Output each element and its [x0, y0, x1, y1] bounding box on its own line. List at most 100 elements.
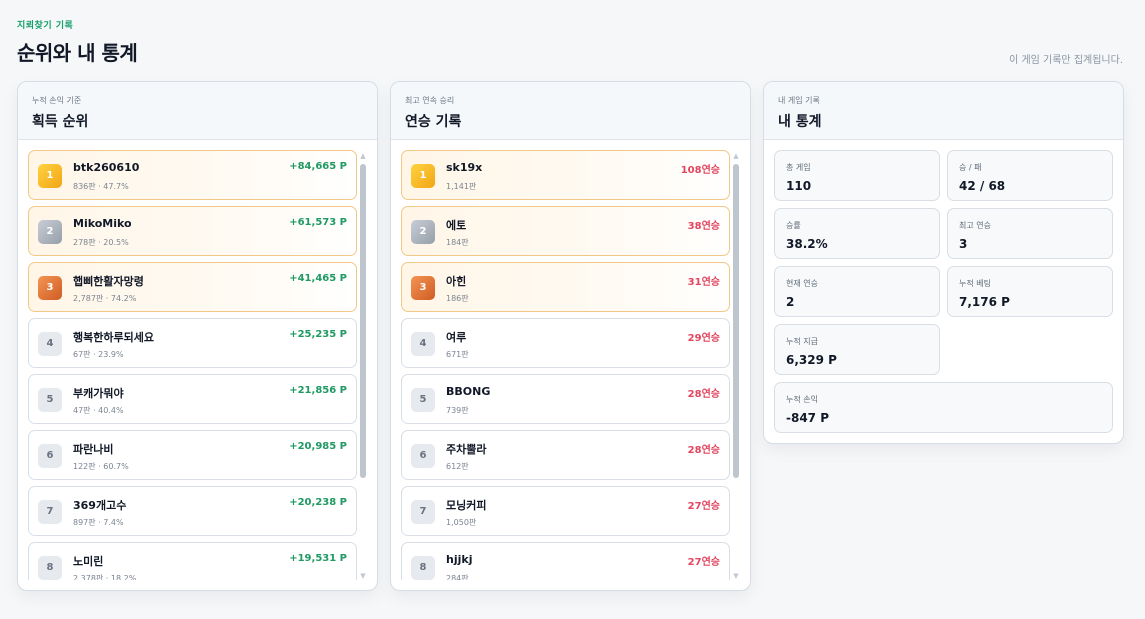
profit-value: +84,665 P — [289, 161, 347, 172]
list-item[interactable]: 5 부캐가뭐야 47판 · 40.4% +21,856 P — [28, 374, 357, 424]
profit-value: +19,531 P — [289, 553, 347, 564]
profit-value: +41,465 P — [289, 273, 347, 284]
rank-badge: 3 — [411, 276, 435, 300]
rank-badge: 7 — [411, 500, 435, 524]
streak-value: 108연승 — [680, 165, 720, 176]
stat-value: -847 P — [786, 411, 830, 425]
list-item[interactable]: 2 MikoMiko 278판 · 20.5% +61,573 P — [28, 206, 357, 256]
profit-value: +61,573 P — [289, 217, 347, 228]
list-item[interactable]: 1 sk19x 1,141판 108연승 — [401, 150, 730, 200]
scroll-up-icon[interactable]: ▲ — [732, 152, 740, 160]
ranking-panel-subtitle: 누적 손익 기준 — [32, 96, 82, 105]
page-title: 순위와 내 통계 — [17, 41, 138, 65]
stat-value: 3 — [959, 237, 968, 251]
stat-label: 승 / 패 — [959, 163, 982, 172]
player-name: 주차뿔라 — [446, 443, 487, 456]
player-meta: 671판 — [446, 350, 469, 359]
stat-value: 7,176 P — [959, 295, 1010, 309]
stat-card-total-bet: 누적 베팅 7,176 P — [947, 266, 1113, 317]
player-name: hjjkj — [446, 553, 473, 566]
player-name: btk260610 — [73, 161, 140, 174]
player-name: sk19x — [446, 161, 483, 174]
profit-value: +21,856 P — [289, 385, 347, 396]
list-item[interactable]: 4 행복한하루되세요 67판 · 23.9% +25,235 P — [28, 318, 357, 368]
scrollbar-thumb[interactable] — [360, 164, 366, 478]
ranking-list-viewport[interactable]: 1 btk260610 836판 · 47.7% +84,665 P 2 MikoMiko… — [18, 140, 377, 580]
list-item[interactable]: 3 아힌 186판 31연승 — [401, 262, 730, 312]
stats-panel: 내 게임 기록 내 통계 총 게임 110 승 / 패 42 / 68 승률 3… — [763, 81, 1124, 444]
rank-badge: 1 — [38, 164, 62, 188]
player-name: BBONG — [446, 385, 491, 398]
streak-panel-title: 연승 기록 — [405, 114, 462, 130]
streak-scrollbar[interactable]: ▲ ▼ — [732, 152, 740, 580]
scroll-up-icon[interactable]: ▲ — [359, 152, 367, 160]
rank-badge: 7 — [38, 500, 62, 524]
list-item[interactable]: 8 hjjkj 284판 27연승 — [401, 542, 730, 580]
stat-card-total-profit: 누적 손익 -847 P — [774, 382, 1113, 433]
stat-label: 현재 연승 — [786, 279, 818, 288]
streak-value: 27연승 — [687, 557, 720, 568]
stat-label: 승률 — [786, 221, 801, 230]
player-meta: 1,141판 — [446, 182, 477, 191]
player-name: 노미린 — [73, 555, 104, 568]
ranking-list: 1 btk260610 836판 · 47.7% +84,665 P 2 MikoMiko… — [28, 150, 357, 580]
list-item[interactable]: 1 btk260610 836판 · 47.7% +84,665 P — [28, 150, 357, 200]
list-item[interactable]: 8 노미린 2,378판 · 18.2% +19,531 P — [28, 542, 357, 580]
player-meta: 739판 — [446, 406, 469, 415]
page-eyebrow: 지뢰찾기 기록 — [17, 21, 74, 31]
stats-panel-title: 내 통계 — [778, 114, 822, 130]
list-item[interactable]: 5 BBONG 739판 28연승 — [401, 374, 730, 424]
scroll-down-icon[interactable]: ▼ — [359, 572, 367, 580]
stat-label: 누적 손익 — [786, 395, 818, 404]
stat-value: 110 — [786, 179, 812, 193]
scroll-down-icon[interactable]: ▼ — [732, 572, 740, 580]
stat-value: 42 / 68 — [959, 179, 1006, 193]
streak-panel-header: 최고 연속 승리 연승 기록 — [391, 82, 750, 140]
stat-label: 총 게임 — [786, 163, 811, 172]
list-item[interactable]: 7 모닝커피 1,050판 27연승 — [401, 486, 730, 536]
player-name: 여루 — [446, 331, 467, 344]
streak-value: 38연승 — [687, 221, 720, 232]
streak-value: 28연승 — [687, 445, 720, 456]
player-name: 에토 — [446, 219, 467, 232]
player-meta: 186판 — [446, 294, 469, 303]
profit-value: +25,235 P — [289, 329, 347, 340]
streak-value: 27연승 — [687, 501, 720, 512]
rank-badge: 4 — [411, 332, 435, 356]
player-name: MikoMiko — [73, 217, 132, 230]
streak-panel-subtitle: 최고 연속 승리 — [405, 96, 455, 105]
list-item[interactable]: 7 369개고수 897판 · 7.4% +20,238 P — [28, 486, 357, 536]
stat-card-best-streak: 최고 연승 3 — [947, 208, 1113, 259]
list-item[interactable]: 3 햅삐한활자망령 2,787판 · 74.2% +41,465 P — [28, 262, 357, 312]
stat-value: 6,329 P — [786, 353, 837, 367]
list-item[interactable]: 6 파란나비 122판 · 60.7% +20,985 P — [28, 430, 357, 480]
player-name: 부캐가뭐야 — [73, 387, 124, 400]
streak-list-viewport[interactable]: 1 sk19x 1,141판 108연승 2 에토 184판 38연승 3 아힌 186판 31연승 4… — [391, 140, 750, 580]
list-item[interactable]: 4 여루 671판 29연승 — [401, 318, 730, 368]
stat-card-current-streak: 현재 연승 2 — [774, 266, 940, 317]
list-item[interactable]: 6 주차뿔라 612판 28연승 — [401, 430, 730, 480]
ranking-panel-header: 누적 손익 기준 획득 순위 — [18, 82, 377, 140]
rank-badge: 8 — [411, 556, 435, 580]
player-meta: 67판 · 23.9% — [73, 350, 124, 359]
stat-card-total-games: 총 게임 110 — [774, 150, 940, 201]
rank-badge: 2 — [411, 220, 435, 244]
stat-value: 38.2% — [786, 237, 828, 251]
stat-label: 누적 지급 — [786, 337, 818, 346]
player-name: 햅삐한활자망령 — [73, 275, 144, 288]
profit-value: +20,238 P — [289, 497, 347, 508]
player-meta: 284판 — [446, 574, 469, 580]
player-meta: 1,050판 — [446, 518, 477, 527]
scrollbar-thumb[interactable] — [733, 164, 739, 478]
stats-panel-subtitle: 내 게임 기록 — [778, 96, 820, 105]
rank-badge: 6 — [38, 444, 62, 468]
player-meta: 184판 — [446, 238, 469, 247]
streak-value: 28연승 — [687, 389, 720, 400]
player-meta: 278판 · 20.5% — [73, 238, 129, 247]
list-item[interactable]: 2 에토 184판 38연승 — [401, 206, 730, 256]
ranking-scrollbar[interactable]: ▲ ▼ — [359, 152, 367, 580]
stat-card-total-payout: 누적 지급 6,329 P — [774, 324, 940, 375]
page-note: 이 게임 기록만 집계됩니다. — [1009, 55, 1123, 66]
player-meta: 836판 · 47.7% — [73, 182, 129, 191]
stat-card-win-rate: 승률 38.2% — [774, 208, 940, 259]
